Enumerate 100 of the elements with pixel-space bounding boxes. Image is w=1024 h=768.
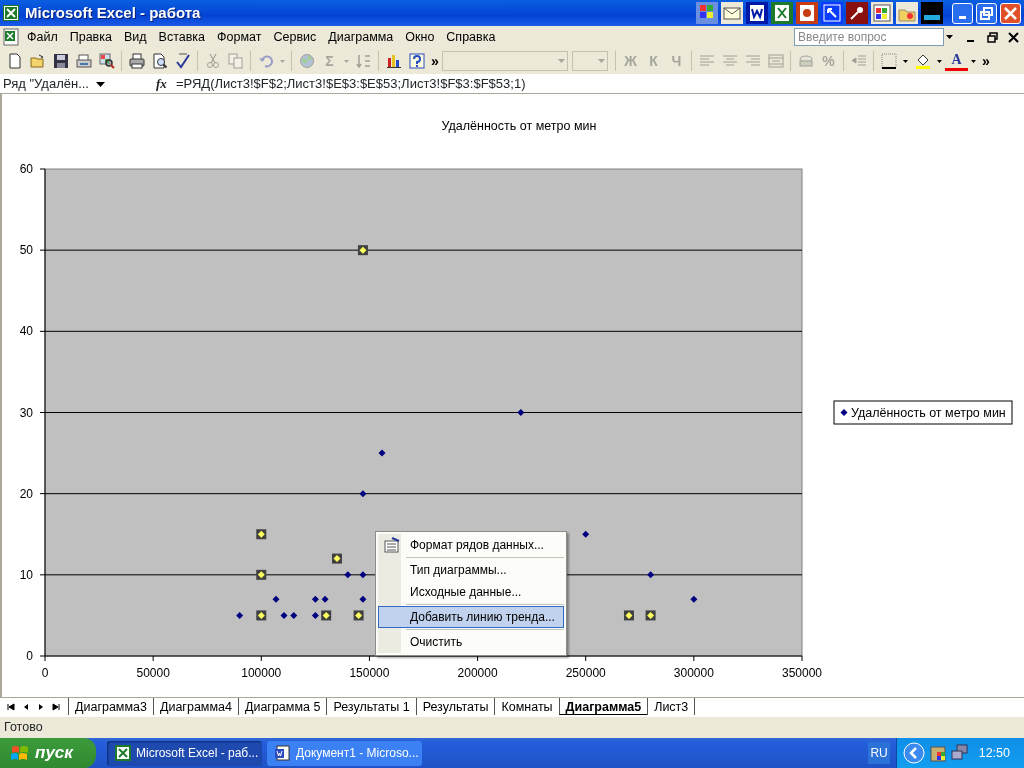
envelope-icon[interactable] [721, 2, 743, 24]
menu-item[interactable]: Формат [211, 27, 268, 47]
axis-label: 0 [26, 649, 33, 663]
align-left-icon [698, 53, 715, 69]
more-button[interactable]: » [979, 49, 993, 73]
print-preview-icon [151, 53, 168, 69]
workbook-icon[interactable] [3, 28, 21, 46]
chevron-left-icon[interactable] [902, 742, 925, 764]
status-text: Готово [4, 719, 43, 737]
menu-item[interactable]: Правка [63, 27, 118, 47]
data-point[interactable] [517, 409, 525, 416]
formula-field[interactable]: =РЯД(Лист3!$F$2;Лист3!$E$3:$E$53;Лист3!$F$3:$F$53;1) [176, 74, 526, 94]
selection-handle[interactable] [645, 610, 656, 621]
language-indicator[interactable]: RU [868, 742, 890, 764]
more-button[interactable]: » [428, 49, 442, 73]
name-box[interactable]: Ряд "Удалён... [0, 74, 120, 94]
data-point[interactable] [582, 530, 590, 538]
window-grid-icon[interactable] [871, 2, 893, 24]
align-center-icon [721, 53, 738, 69]
legend: Удалённость от метро мин [833, 400, 1013, 425]
first-sheet-icon [5, 701, 16, 712]
selection-handle[interactable] [623, 610, 634, 621]
folder-icon[interactable] [896, 2, 918, 24]
close-icon[interactable] [1008, 31, 1019, 43]
selection-handle[interactable] [332, 553, 342, 564]
menu-item[interactable]: Исходные данные... [378, 581, 564, 603]
menu-item[interactable]: Формат рядов данных... [378, 534, 564, 556]
menu-item[interactable]: Тип диаграммы... [378, 559, 564, 581]
minimize-button[interactable] [952, 2, 973, 24]
borders-icon [880, 53, 897, 69]
taskbar-button[interactable]: Документ1 - Microso... [267, 740, 422, 766]
arrows-icon[interactable] [821, 2, 843, 24]
selection-handle[interactable] [353, 610, 364, 621]
menu-item[interactable]: Файл [21, 27, 64, 47]
folder-icon [29, 53, 46, 69]
merge-cells-icon [767, 53, 784, 69]
clock: 12:50 [978, 744, 1010, 762]
data-point[interactable] [647, 571, 655, 579]
spreadsheet-app-icon [3, 5, 19, 21]
selection-handle[interactable] [256, 610, 267, 621]
axis-label: 300000 [673, 666, 714, 680]
caret-icon [937, 59, 942, 63]
data-point[interactable] [272, 595, 280, 603]
document-icon [275, 745, 291, 761]
menu-item[interactable]: Диаграмма [322, 27, 400, 47]
menu-item[interactable]: Добавить линию тренда... [378, 606, 564, 628]
axis-label: 20 [19, 486, 33, 501]
start-button[interactable]: пуск [0, 738, 96, 768]
data-point[interactable] [344, 571, 352, 579]
axis-label: 50000 [136, 666, 170, 680]
data-point[interactable] [280, 611, 288, 619]
close-button[interactable] [1000, 2, 1021, 24]
selection-handle[interactable] [321, 610, 332, 621]
spreadsheet-icon [115, 745, 131, 761]
data-point[interactable] [690, 595, 698, 603]
paint-bucket-icon [914, 53, 931, 69]
sheet-tab[interactable]: Лист3 [647, 698, 696, 715]
clipboard-icon[interactable] [928, 744, 947, 762]
menu-item[interactable]: Окно [399, 27, 441, 47]
data-point[interactable] [311, 611, 319, 619]
menu-item[interactable]: Сервис [267, 27, 323, 47]
magnifier-icon [98, 53, 115, 69]
data-point[interactable] [290, 611, 298, 619]
network-icon[interactable] [950, 744, 969, 762]
menu-item[interactable]: Вид [117, 27, 153, 47]
caret-icon [946, 35, 953, 39]
data-point[interactable] [378, 449, 386, 457]
restore-button[interactable] [976, 2, 997, 24]
menu-item[interactable]: Вставка [152, 27, 212, 47]
spreadsheet-icon[interactable] [771, 2, 793, 24]
data-point[interactable] [236, 611, 244, 619]
presentation-icon[interactable] [796, 2, 818, 24]
restore-icon[interactable] [987, 31, 998, 43]
restore-icon [980, 6, 993, 20]
selection-handle[interactable] [256, 569, 267, 580]
document-icon[interactable] [746, 2, 768, 24]
key-icon[interactable] [846, 2, 868, 24]
caret-icon [903, 59, 908, 63]
selection-handle[interactable] [256, 529, 267, 540]
function-button[interactable]: fx [156, 74, 176, 94]
data-point[interactable] [311, 595, 319, 603]
data-point[interactable] [359, 595, 367, 603]
selection-handle[interactable] [357, 245, 368, 256]
menu-item[interactable]: Справка [440, 27, 502, 47]
monitor-icon[interactable] [921, 2, 943, 24]
data-point[interactable] [359, 490, 367, 498]
data-point[interactable] [359, 571, 367, 579]
axis-label: 30 [19, 405, 33, 420]
windows-flag-icon [10, 744, 30, 762]
data-point[interactable] [321, 595, 329, 603]
caret-icon [280, 59, 285, 63]
menu-item[interactable]: Очистить [378, 631, 564, 653]
taskbar-button[interactable]: Microsoft Excel - раб... [107, 740, 262, 766]
copy-icon [227, 53, 244, 69]
decrease-indent-icon [850, 53, 867, 69]
sort-icon [355, 53, 372, 69]
close-icon [1004, 6, 1017, 20]
axis-label: 250000 [565, 666, 606, 680]
toolbar-button[interactable]: A [945, 51, 968, 71]
grid-icon[interactable] [696, 2, 718, 24]
